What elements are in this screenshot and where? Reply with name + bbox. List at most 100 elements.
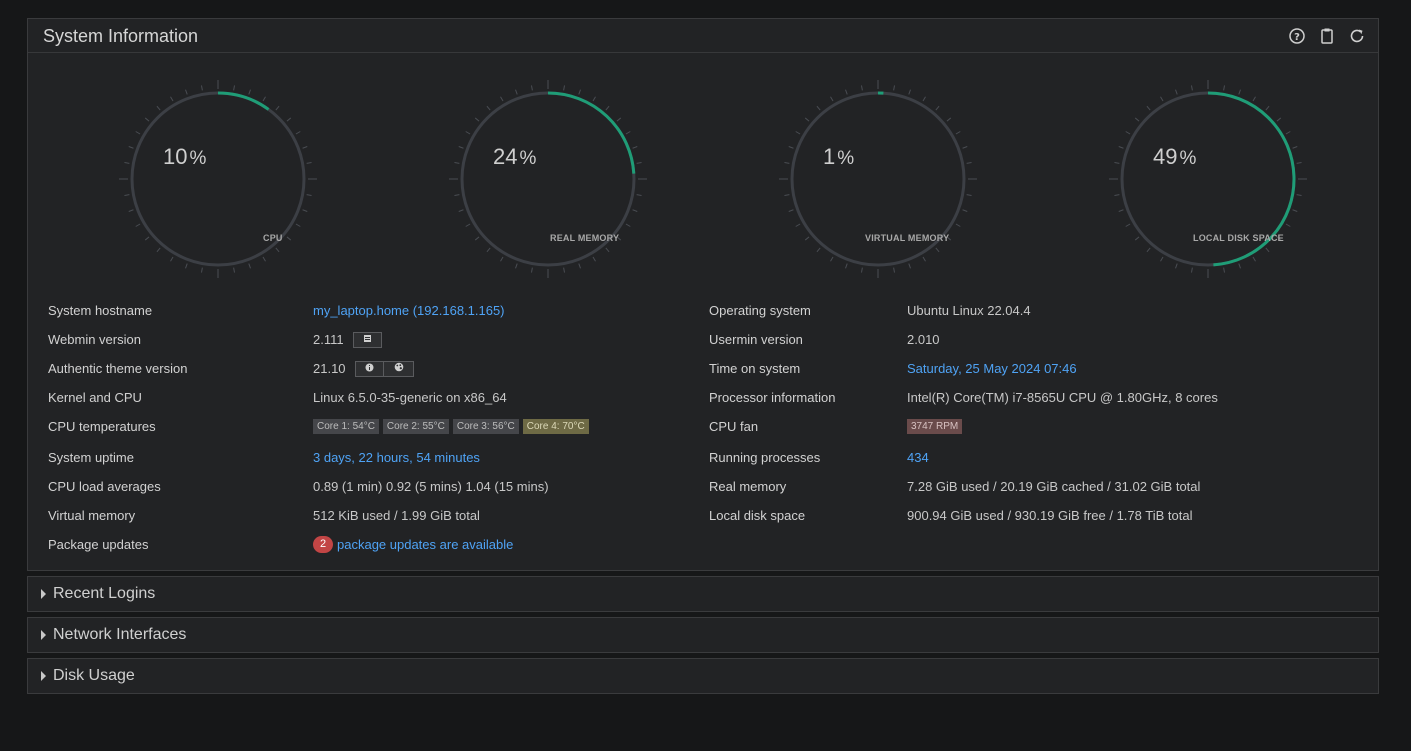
gauge-tick xyxy=(306,162,312,164)
row-label: System hostname xyxy=(48,303,153,318)
row-label: Local disk space xyxy=(709,508,806,523)
core-2-temp-tag: Core 2: 55°C xyxy=(382,419,449,435)
gauge-tick xyxy=(605,105,610,111)
gauge-tick xyxy=(908,263,911,269)
gauge-tick xyxy=(286,117,292,122)
core-3-temp-tag: Core 3: 56°C xyxy=(452,419,519,435)
gauge-tick xyxy=(893,267,895,273)
system-time-link[interactable]: Saturday, 25 May 2024 07:46 xyxy=(907,354,1077,383)
gauge-tick xyxy=(1285,131,1291,135)
gauge-tick xyxy=(632,209,638,212)
gauge-real-memory-label: REAL MEMORY xyxy=(550,233,620,243)
section-disk-usage[interactable]: Disk Usage xyxy=(27,658,1379,694)
row-local-disk-space: Local disk space 900.94 GiB used / 930.1… xyxy=(688,501,1378,530)
gauge-tick xyxy=(935,247,940,253)
row-usermin-version: Usermin version 2.010 xyxy=(688,325,1378,354)
row-package-updates: Package updates 2 package updates are ava… xyxy=(28,530,688,559)
gauge-tick xyxy=(922,256,926,262)
hostname-link[interactable]: my_laptop.home (192.168.1.165) xyxy=(313,296,505,325)
gauge-tick xyxy=(486,105,491,111)
running-processes-link[interactable]: 434 xyxy=(907,443,929,472)
gauge-tick xyxy=(795,223,801,227)
theme-version-actions xyxy=(355,360,415,377)
gauge-tick xyxy=(262,96,266,102)
gauge-tick xyxy=(1175,89,1178,95)
theme-settings-button[interactable] xyxy=(384,360,415,377)
cpu-temperature-tags: Core 1: 54°C Core 2: 55°C Core 3: 56°C Core… xyxy=(313,412,593,441)
gauge-tick xyxy=(946,117,952,122)
gauge-tick xyxy=(124,194,130,196)
row-label: Webmin version xyxy=(48,332,141,347)
panel-header: System Information ? xyxy=(28,19,1378,53)
gauge-tick xyxy=(861,267,863,273)
gauge-tick xyxy=(830,96,834,102)
gauge-tick xyxy=(1296,162,1302,164)
gauge-tick xyxy=(156,247,161,253)
kernel-value: Linux 6.5.0-35-generic on x86_64 xyxy=(313,390,507,405)
gauge-tick xyxy=(486,247,491,253)
gauge-tick xyxy=(563,267,565,273)
gauge-tick xyxy=(1175,263,1178,269)
row-label: Kernel and CPU xyxy=(48,390,142,405)
gauge-virtual-memory-dial xyxy=(779,80,977,278)
gauge-tick xyxy=(1146,247,1151,253)
gauge-tick xyxy=(592,256,596,262)
refresh-icon[interactable] xyxy=(1348,27,1366,45)
gauge-tick xyxy=(458,209,464,212)
theme-info-button[interactable] xyxy=(355,360,385,377)
row-running-processes: Running processes 434 xyxy=(688,443,1378,472)
section-recent-logins[interactable]: Recent Logins xyxy=(27,576,1379,612)
package-updates-link[interactable]: package updates are available xyxy=(337,537,513,552)
gauge-row: 10% CPU 24% REAL MEMORY 1% VIRTUAL MEMOR… xyxy=(28,79,1378,301)
webmin-changelog-button[interactable] xyxy=(353,331,383,348)
gauge-tick xyxy=(1292,209,1298,212)
panel-title: System Information xyxy=(43,26,199,46)
gauge-tick xyxy=(1252,256,1256,262)
gauge-cpu-dial xyxy=(119,80,317,278)
gauge-cpu-label: CPU xyxy=(263,233,283,243)
caret-right-icon xyxy=(41,671,46,681)
caret-right-icon xyxy=(41,589,46,599)
gauge-tick xyxy=(1114,162,1120,164)
gauge-tick xyxy=(454,194,460,196)
gauge-tick xyxy=(1191,85,1193,91)
gauge-tick xyxy=(1223,267,1225,273)
panel-header-icons: ? xyxy=(1288,27,1366,45)
virtual-memory-value: 512 KiB used / 1.99 GiB total xyxy=(313,508,480,523)
gauge-tick xyxy=(1134,117,1140,122)
gauge-tick xyxy=(804,236,810,241)
gauge-local-disk-space-value: 49% xyxy=(1153,144,1197,169)
gauge-tick xyxy=(286,236,292,241)
row-label: Authentic theme version xyxy=(48,361,188,376)
row-label: Package updates xyxy=(48,537,149,552)
gauge-tick xyxy=(1292,146,1298,149)
gauge-tick xyxy=(1191,267,1193,273)
local-disk-space-value: 900.94 GiB used / 930.19 GiB free / 1.78… xyxy=(907,508,1193,523)
uptime-link[interactable]: 3 days, 22 hours, 54 minutes xyxy=(313,443,480,472)
gauge-tick xyxy=(1252,96,1256,102)
gauge-tick xyxy=(128,209,134,212)
gauge-tick xyxy=(1134,236,1140,241)
gauge-tick xyxy=(1223,85,1225,91)
gauge-tick xyxy=(185,263,188,269)
gauge-tick xyxy=(474,117,480,122)
gauge-tick xyxy=(955,223,961,227)
row-cpu-fan: CPU fan 3747 RPM xyxy=(688,412,1378,441)
clipboard-icon[interactable] xyxy=(1318,27,1336,45)
help-icon[interactable]: ? xyxy=(1288,27,1306,45)
gauge-tick xyxy=(275,247,280,253)
gauge-tick xyxy=(616,117,622,122)
gauge-tick xyxy=(474,236,480,241)
gauge-tick xyxy=(578,89,581,95)
row-label: Operating system xyxy=(709,303,811,318)
gauge-tick xyxy=(1276,117,1282,122)
gauge-tick xyxy=(458,146,464,149)
gauge-real-memory-value: 24% xyxy=(493,144,537,169)
gauge-tick xyxy=(1125,223,1131,227)
gauge-tick xyxy=(233,267,235,273)
gauge-tick xyxy=(935,105,940,111)
row-label: CPU load averages xyxy=(48,479,161,494)
list-icon xyxy=(364,334,372,342)
gauge-tick xyxy=(454,162,460,164)
section-network-interfaces[interactable]: Network Interfaces xyxy=(27,617,1379,653)
